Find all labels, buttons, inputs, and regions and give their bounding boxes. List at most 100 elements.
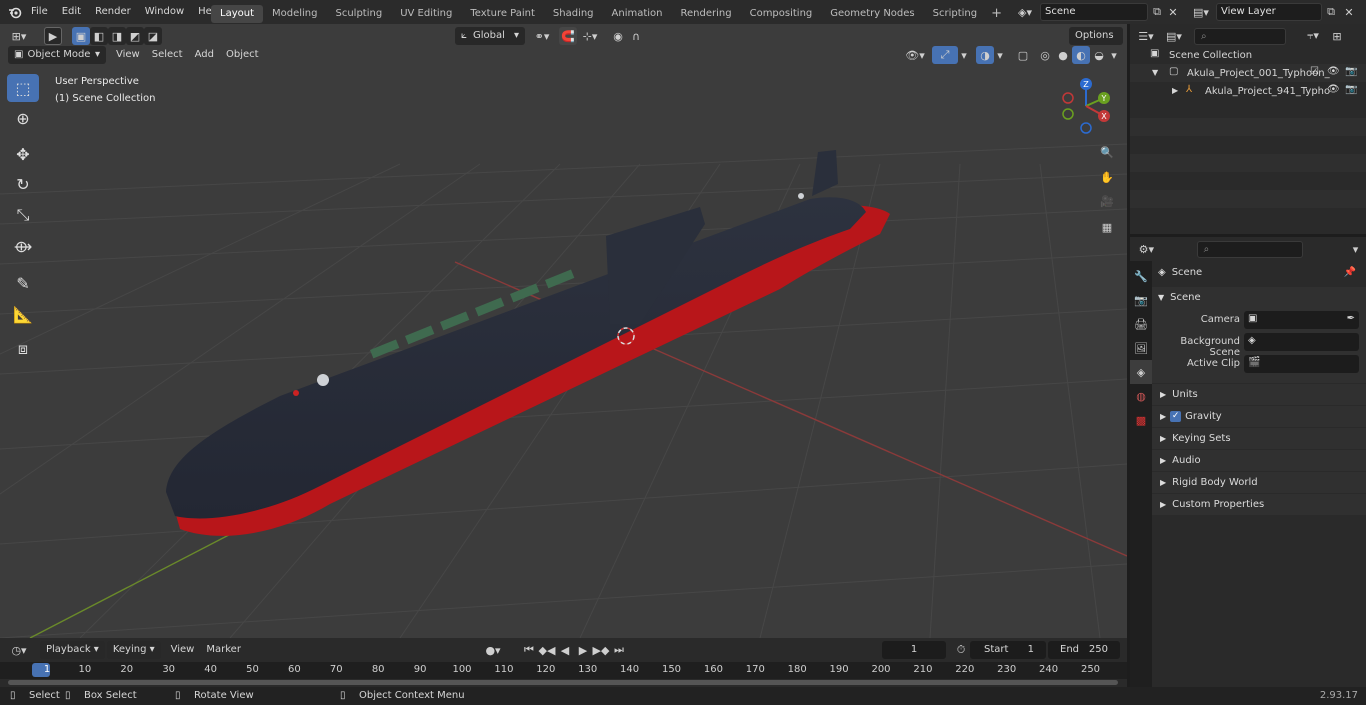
keying-menu[interactable]: Keying ▾ (106, 641, 161, 659)
overlay-toggle-icon[interactable]: ◑ (976, 46, 994, 64)
expand-down-icon[interactable]: ▼ (1152, 68, 1158, 77)
tab-uv-editing[interactable]: UV Editing (391, 5, 461, 23)
active-clip-field[interactable]: 🎬 (1244, 355, 1359, 373)
eye-icon[interactable]: 👁 (1327, 84, 1340, 95)
camera-render-icon[interactable]: 📷 (1345, 84, 1357, 95)
camera-render-icon[interactable]: 📷 (1345, 66, 1357, 77)
subpanel-audio[interactable]: ▶ Audio (1152, 450, 1366, 471)
filter-icon[interactable]: ⫧▾ (1300, 27, 1326, 45)
playback-menu[interactable]: Playback ▾ (40, 641, 105, 659)
timeline-scrollbar[interactable] (8, 680, 1118, 685)
prev-keyframe-icon[interactable]: ◆◀ (538, 641, 556, 659)
shading-wireframe-icon[interactable]: ◎ (1036, 46, 1054, 64)
subpanel-custom-properties[interactable]: ▶ Custom Properties (1152, 494, 1366, 515)
end-frame-field[interactable]: End 250 (1048, 641, 1120, 659)
outliner-editor-type-icon[interactable]: ☰▾ (1134, 27, 1158, 45)
tab-geometry-nodes[interactable]: Geometry Nodes (821, 5, 923, 23)
viewport-canvas[interactable] (0, 24, 1127, 638)
camera-field[interactable]: ▣ ✒ (1244, 311, 1359, 329)
current-frame-field[interactable]: 1 (882, 641, 946, 659)
pin-icon[interactable]: 📌 (1344, 267, 1356, 278)
tool-add-cube-icon[interactable]: ⧈ (7, 335, 39, 363)
menu-render[interactable]: Render (88, 0, 138, 24)
jump-start-icon[interactable]: ⏮ (520, 641, 538, 659)
tab-animation[interactable]: Animation (603, 5, 672, 23)
pan-hand-icon[interactable]: ✋ (1098, 168, 1116, 186)
tab-rendering[interactable]: Rendering (672, 5, 741, 23)
camera-view-icon[interactable]: 🎥 (1098, 192, 1116, 210)
tool-transform-icon[interactable]: ⟴ (7, 232, 39, 260)
chevron-down-icon[interactable]: ▾ (958, 46, 970, 64)
tool-scale-icon[interactable]: ⤡ (7, 201, 39, 229)
frame-ruler[interactable]: 1 10 20 30 40 50 60 70 80 90 100 110 120 130 140 150 160… (0, 662, 1127, 679)
mode-intersect-icon[interactable]: ◪ (144, 27, 162, 45)
mode-new-icon[interactable]: ▣ (72, 27, 90, 45)
shading-material-icon[interactable]: ◐ (1072, 46, 1090, 64)
copy-view-layer-icon[interactable]: ⧉ (1322, 3, 1340, 21)
subpanel-gravity[interactable]: ▶ ✓ Gravity (1152, 406, 1366, 427)
tab-texture-icon[interactable]: ▩ (1130, 408, 1152, 432)
tool-rotate-icon[interactable]: ↻ (7, 170, 39, 198)
tab-world-icon[interactable]: ◍ (1130, 384, 1152, 408)
add-workspace-icon[interactable]: + (986, 5, 1007, 23)
menu-edit[interactable]: Edit (55, 0, 88, 24)
properties-search-input[interactable]: ⌕ (1196, 240, 1303, 258)
menu-object[interactable]: Object (220, 46, 265, 64)
3d-viewport[interactable]: ⊞▾ ▶ ▣ ◧ ◨ ◩ ◪ ⟀ Global ▾ ⚭▾ 🧲 ⊹▾ ◉ ∩ Op… (0, 24, 1127, 638)
subpanel-rigid-body-world[interactable]: ▶ Rigid Body World (1152, 472, 1366, 493)
expand-right-icon[interactable]: ▶ (1172, 86, 1178, 95)
snap-target-icon[interactable]: ⊹▾ (577, 27, 603, 45)
scene-name-field[interactable]: Scene (1040, 3, 1148, 21)
chevron-down-icon[interactable]: ▾ (1108, 46, 1120, 64)
menu-view[interactable]: View (110, 46, 146, 64)
proportional-edit-icon[interactable]: ◉ (609, 27, 627, 45)
tab-texture-paint[interactable]: Texture Paint (461, 5, 544, 23)
tab-scene-icon[interactable]: ◈ (1130, 360, 1152, 384)
falloff-icon[interactable]: ∩ (627, 27, 645, 45)
outliner-row-root[interactable]: ▣ Scene Collection (1130, 46, 1366, 64)
chevron-down-icon[interactable]: ▾ (994, 46, 1006, 64)
outliner-row-object[interactable]: ▶ ⅄ Akula_Project_941_Typho 👁 📷 (1130, 82, 1366, 100)
jump-end-icon[interactable]: ⏭ (610, 641, 628, 659)
tab-view-layer-icon[interactable]: 🖼 (1130, 336, 1152, 360)
properties-options-icon[interactable]: ▾ (1347, 240, 1364, 258)
tab-scripting[interactable]: Scripting (924, 5, 986, 23)
tab-modeling[interactable]: Modeling (263, 5, 327, 23)
menu-window[interactable]: Window (138, 0, 191, 24)
select-tool-icon[interactable]: ▶ (44, 27, 62, 45)
close-scene-icon[interactable]: ✕ (1164, 3, 1182, 21)
scene-section-header[interactable]: ▼ Scene (1152, 287, 1366, 308)
tool-cursor-icon[interactable]: ⊕ (7, 104, 39, 132)
xray-toggle-icon[interactable]: ▢ (1014, 46, 1032, 64)
outliner-row-collection[interactable]: ▼ ▢ Akula_Project_001_Typhoon_ ☑ 👁 📷 (1130, 64, 1366, 82)
options-dropdown[interactable]: Options ▾ (1069, 27, 1123, 59)
view-layer-browse-icon[interactable]: ▤▾ (1188, 3, 1214, 21)
play-icon[interactable]: ▶ (574, 641, 592, 659)
tab-render-icon[interactable]: 📷 (1130, 288, 1152, 312)
tab-tool-icon[interactable]: 🔧 (1130, 264, 1152, 288)
checkbox-icon[interactable]: ☑ (1310, 66, 1319, 77)
next-keyframe-icon[interactable]: ▶◆ (592, 641, 610, 659)
transform-orientation-dropdown[interactable]: ⟀ Global ▾ (455, 27, 525, 45)
tool-select-box-icon[interactable]: ⬚ (7, 74, 39, 102)
menu-select[interactable]: Select (146, 46, 189, 64)
gravity-checkbox[interactable]: ✓ (1170, 411, 1182, 422)
editor-type-icon[interactable]: ⊞▾ (6, 27, 32, 45)
tool-move-icon[interactable]: ✥ (7, 140, 39, 168)
start-frame-field[interactable]: Start 1 (970, 641, 1046, 659)
perspective-grid-icon[interactable]: ▦ (1098, 218, 1116, 236)
scene-browse-icon[interactable]: ◈▾ (1012, 3, 1038, 21)
snap-icon[interactable]: 🧲 (559, 27, 577, 45)
outliner-search-input[interactable]: ⌕ (1194, 27, 1286, 45)
menu-add[interactable]: Add (189, 46, 220, 64)
shading-rendered-icon[interactable]: ◒ (1090, 46, 1108, 64)
subpanel-keying-sets[interactable]: ▶ Keying Sets (1152, 428, 1366, 449)
marker-menu[interactable]: Marker (200, 641, 247, 659)
object-mode-dropdown[interactable]: ▣ Object Mode ▾ (8, 46, 106, 64)
stopwatch-icon[interactable]: ⏱ (952, 641, 970, 659)
navigation-gizmo[interactable]: Z Y X (1058, 76, 1114, 136)
display-mode-icon[interactable]: ▤▾ (1162, 27, 1186, 45)
gizmo-toggle-icon[interactable]: ⤢ (932, 46, 958, 64)
tab-output-icon[interactable]: 🖨 (1130, 312, 1152, 336)
zoom-icon[interactable]: 🔍 (1098, 143, 1116, 161)
